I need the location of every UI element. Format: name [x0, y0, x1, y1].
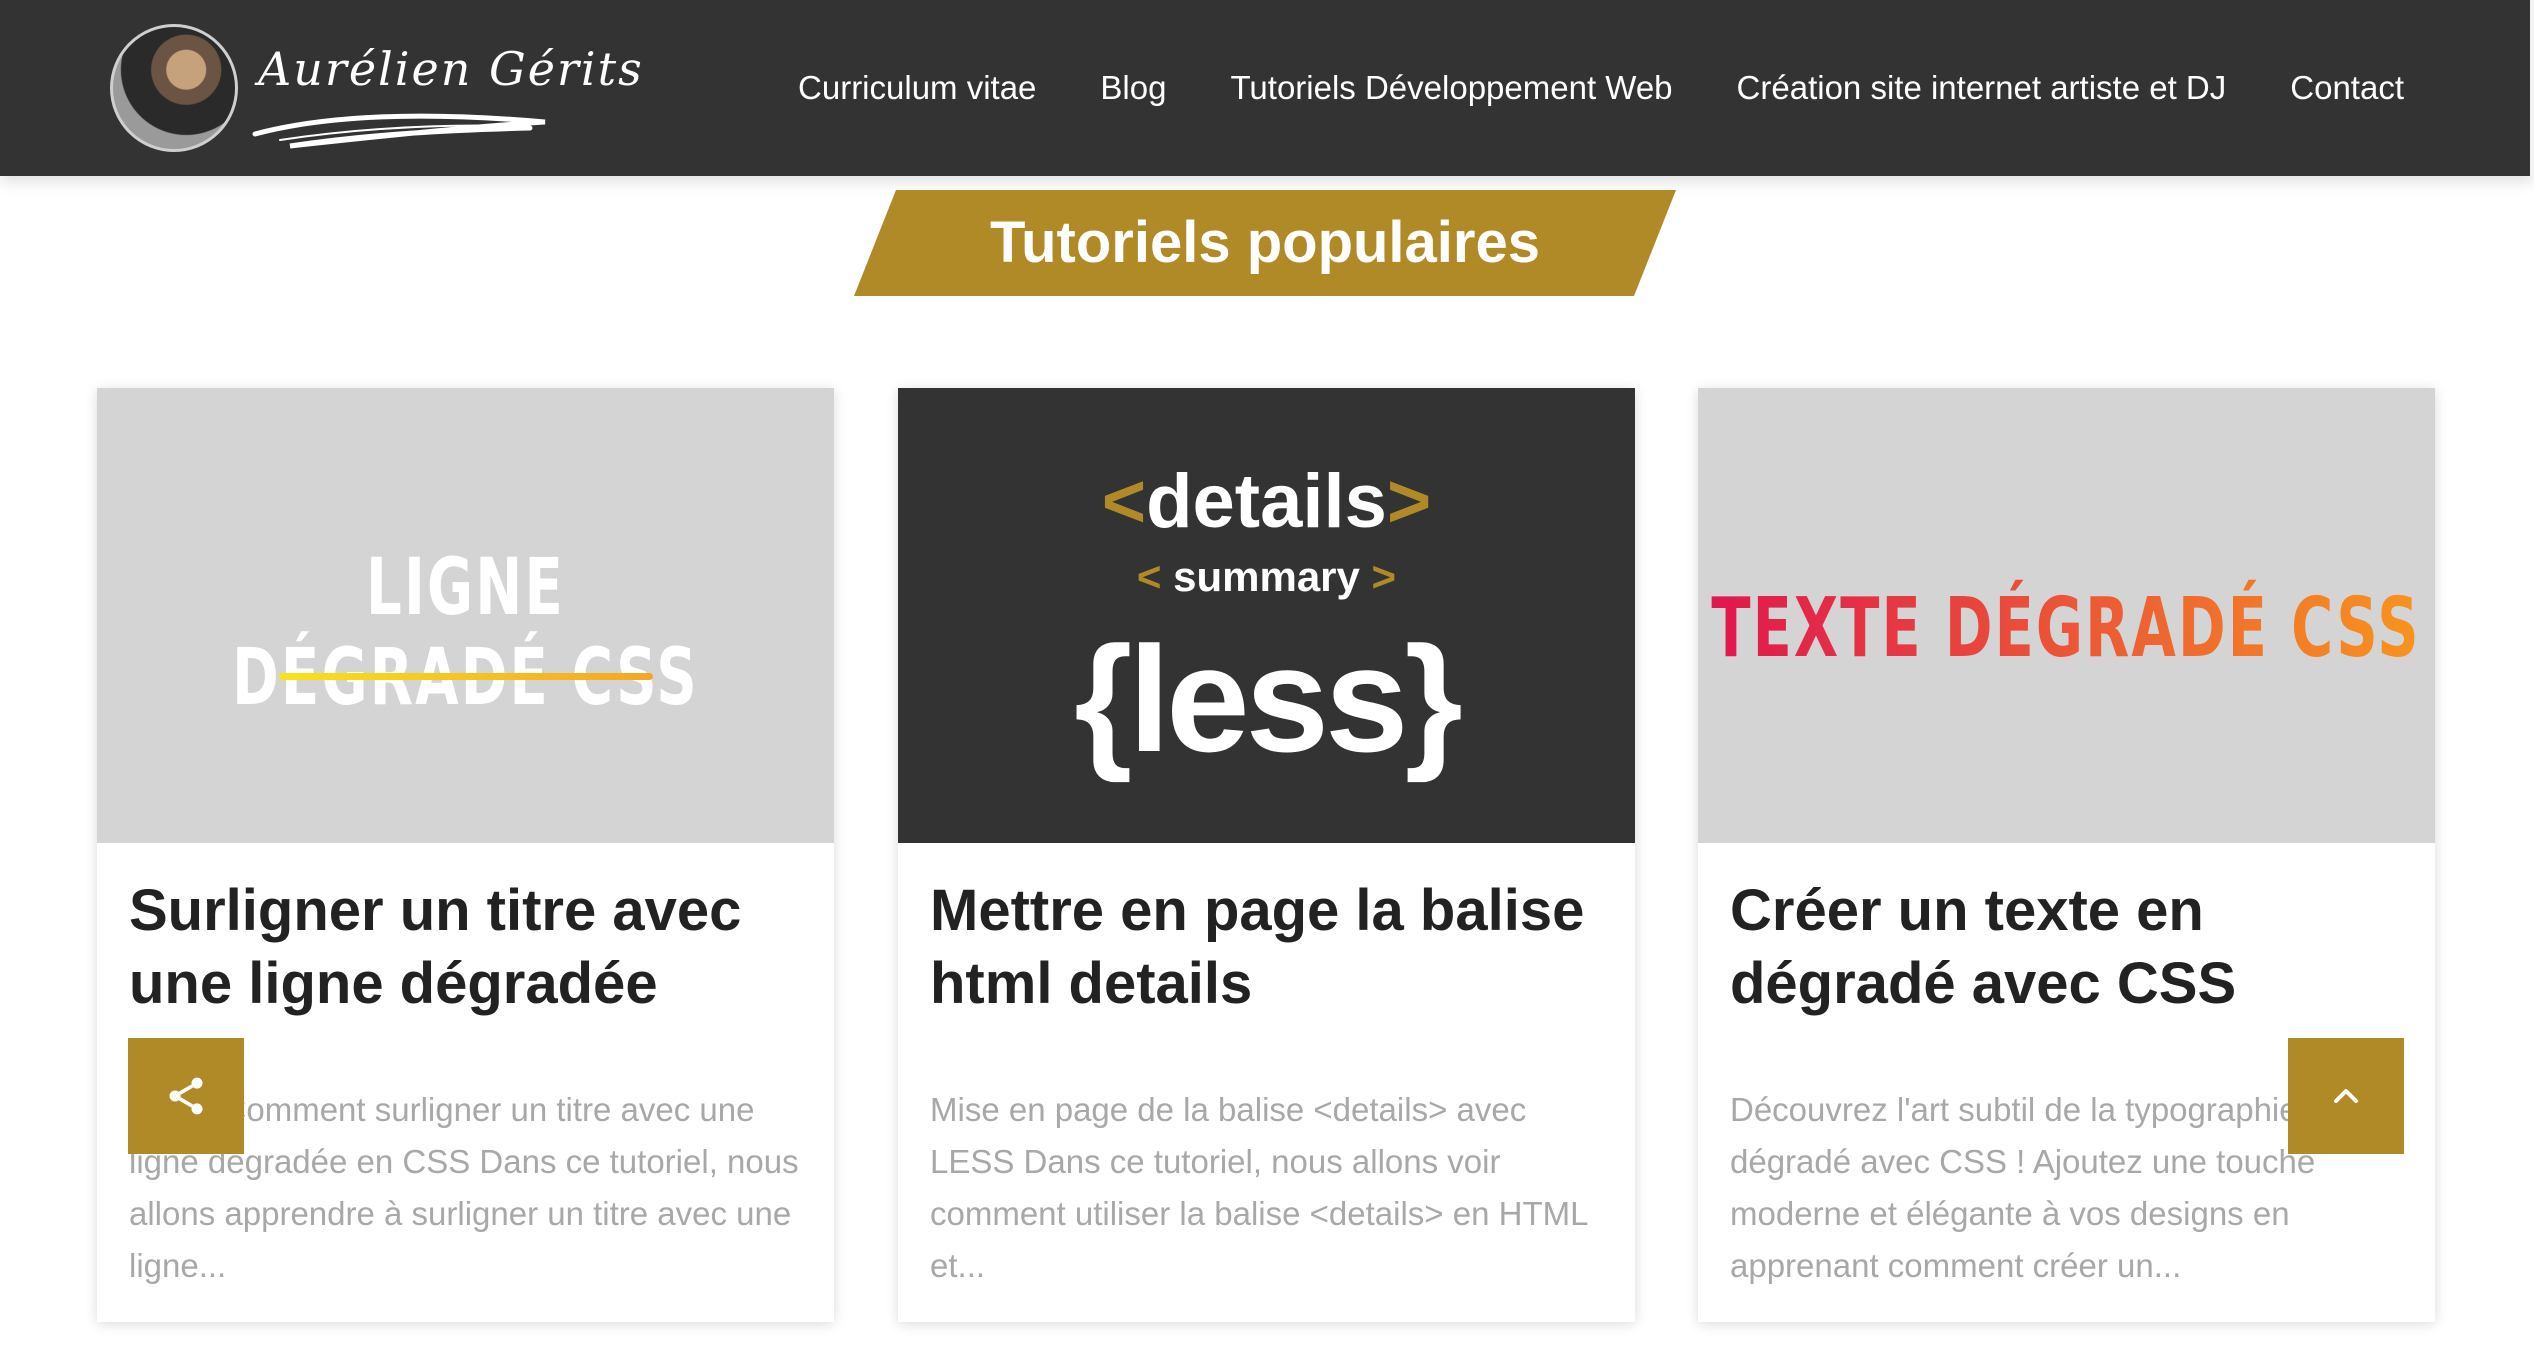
- less-logo: {less}: [1074, 615, 1463, 783]
- section-banner: Tutoriels populaires: [854, 190, 1676, 296]
- card-thumbnail[interactable]: <details> < summary > {less}: [898, 388, 1635, 843]
- thumbnail-text: LIGNE DÉGRADÉ CSS: [232, 543, 699, 723]
- scroll-top-button[interactable]: [2288, 1038, 2404, 1154]
- nav-item-blog[interactable]: Blog: [1100, 69, 1166, 107]
- tutorial-card-3[interactable]: TEXTE DÉGRADÉ CSS Créer un texte en dégr…: [1698, 388, 2435, 1322]
- site-logo[interactable]: Aurélien Gérits: [110, 24, 642, 154]
- share-icon: [169, 1077, 203, 1115]
- main-nav: Curriculum vitae Blog Tutoriels Développ…: [798, 0, 2404, 176]
- card-excerpt: Mise en page de la balise <details> avec…: [930, 1091, 1588, 1284]
- card-title[interactable]: Surligner un titre avec une ligne dégrad…: [129, 874, 819, 1020]
- avatar: [110, 24, 238, 152]
- thumbnail-gradient-text: TEXTE DÉGRADÉ CSS: [1711, 580, 2420, 676]
- section-title: Tutoriels populaires: [989, 210, 1540, 275]
- share-button[interactable]: [128, 1038, 244, 1154]
- thumbnail-tag-summary: < summary >: [1136, 553, 1397, 600]
- nav-item-tutoriels[interactable]: Tutoriels Développement Web: [1230, 69, 1672, 107]
- site-header: Aurélien Gérits Curriculum vitae Blog Tu…: [0, 0, 2534, 176]
- card-thumbnail[interactable]: LIGNE DÉGRADÉ CSS: [97, 388, 834, 843]
- thumbnail-tag-details: <details>: [1101, 459, 1432, 544]
- gradient-line: [279, 673, 653, 680]
- thumbnail-text: TEXTE DÉGRADÉ CSS: [1711, 580, 2420, 676]
- nav-item-contact[interactable]: Contact: [2290, 69, 2404, 107]
- header-edge: [2530, 0, 2534, 176]
- brush-stroke-icon: [252, 113, 546, 149]
- nav-item-curriculum-vitae[interactable]: Curriculum vitae: [798, 69, 1036, 107]
- chevron-up-icon: [2334, 1089, 2358, 1103]
- tutorial-card-2[interactable]: <details> < summary > {less} Mettre en p…: [898, 388, 1635, 1322]
- tutorial-card-1[interactable]: LIGNE DÉGRADÉ CSS Surligner un titre ave…: [97, 388, 834, 1322]
- nav-item-creation-site[interactable]: Création site internet artiste et DJ: [1737, 69, 2227, 107]
- card-title[interactable]: Mettre en page la balise html details: [930, 874, 1620, 1020]
- card-title[interactable]: Créer un texte en dégradé avec CSS: [1730, 874, 2420, 1020]
- card-thumbnail[interactable]: TEXTE DÉGRADÉ CSS: [1698, 388, 2435, 843]
- logo-text: Aurélien Gérits: [258, 42, 644, 96]
